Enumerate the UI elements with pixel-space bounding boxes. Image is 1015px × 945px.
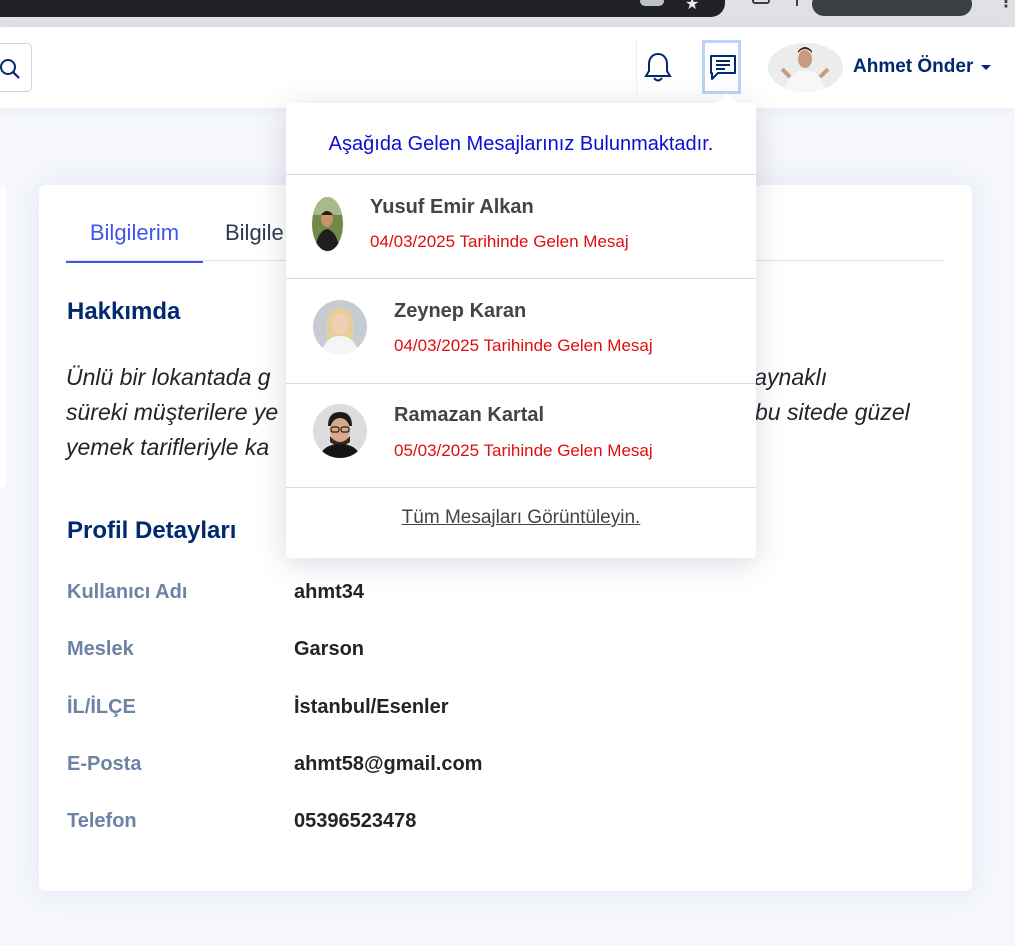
detail-value: ahmt34 <box>294 581 365 603</box>
sender-avatar <box>313 300 367 354</box>
view-all-messages-link[interactable]: Tüm Mesajları Görüntüleyin. <box>286 507 756 529</box>
detail-label: Meslek <box>67 638 134 660</box>
browser-menu-icon[interactable]: ⋮ <box>998 0 1014 12</box>
detail-label: E-Posta <box>67 753 142 775</box>
user-photo <box>768 43 843 92</box>
detail-row: Meslek Garson <box>67 638 927 668</box>
detail-row: E-Posta ahmt58@gmail.com <box>67 753 927 783</box>
message-date: 04/03/2025 Tarihinde Gelen Mesaj <box>394 336 653 355</box>
profile-chip[interactable] <box>812 0 972 16</box>
search-icon <box>0 59 20 79</box>
bell-icon <box>644 52 672 82</box>
detail-value: ahmt58@gmail.com <box>294 753 483 775</box>
browser-toolbar: ★ ⋮ <box>0 0 1015 27</box>
detail-row: Telefon 05396523478 <box>67 810 927 840</box>
detail-label: Telefon <box>67 810 137 832</box>
tab-bilgilerim[interactable]: Bilgilerim <box>66 219 203 263</box>
detail-label: İL/İLÇE <box>67 696 136 718</box>
chat-icon <box>710 55 736 80</box>
detail-label: Kullanıcı Adı <box>67 581 188 603</box>
about-line-2-end: bu sitede güzel <box>755 399 910 425</box>
tab-bilgileri-duzenle[interactable]: Bilgile <box>225 219 284 247</box>
address-bar[interactable] <box>0 0 725 17</box>
search-button[interactable] <box>0 43 32 92</box>
sender-avatar <box>313 404 367 458</box>
top-header: Ahmet Önder <box>0 27 1015 108</box>
sender-name: Ramazan Kartal <box>394 404 545 426</box>
about-title: Hakkımda <box>67 298 181 325</box>
tab-search-icon[interactable] <box>752 0 770 4</box>
about-line-2: süreki müşterilere ye <box>66 399 279 425</box>
detail-row: İL/İLÇE İstanbul/Esenler <box>67 696 927 726</box>
message-item[interactable]: Yusuf Emir Alkan 04/03/2025 Tarihinde Ge… <box>286 175 756 279</box>
about-line-3: yemek tarifleriyle ka <box>66 434 270 460</box>
toolbar-divider <box>796 0 798 6</box>
about-line-1: Ünlü bir lokantada g <box>66 364 271 390</box>
message-date: 04/03/2025 Tarihinde Gelen Mesaj <box>370 232 629 251</box>
detail-value: 05396523478 <box>294 810 417 832</box>
sender-avatar <box>312 197 343 251</box>
message-item[interactable]: Zeynep Karan 04/03/2025 Tarihinde Gelen … <box>286 279 756 383</box>
sender-name: Yusuf Emir Alkan <box>370 196 534 218</box>
notifications-button[interactable] <box>643 51 673 83</box>
extension-icon[interactable] <box>640 0 664 6</box>
details-title: Profil Detayları <box>67 517 237 544</box>
header-divider <box>636 40 637 96</box>
bookmark-star-icon[interactable]: ★ <box>685 0 699 14</box>
messages-button[interactable] <box>702 40 741 94</box>
message-item[interactable]: Ramazan Kartal 05/03/2025 Tarihinde Gele… <box>286 384 756 488</box>
detail-value: İstanbul/Esenler <box>294 696 449 718</box>
messages-dropdown: Aşağıda Gelen Mesajlarınız Bulunmaktadır… <box>286 93 756 558</box>
message-date: 05/03/2025 Tarihinde Gelen Mesaj <box>394 441 653 460</box>
messages-header: Aşağıda Gelen Mesajlarınız Bulunmaktadır… <box>328 133 714 155</box>
avatar[interactable] <box>768 43 843 92</box>
sidebar-card <box>0 185 6 488</box>
user-name[interactable]: Ahmet Önder <box>853 56 973 78</box>
sender-name: Zeynep Karan <box>394 300 527 322</box>
dropdown-divider <box>286 487 756 488</box>
caret-down-icon[interactable] <box>981 65 991 70</box>
detail-value: Garson <box>294 638 365 660</box>
detail-row: Kullanıcı Adı ahmt34 <box>67 581 927 611</box>
